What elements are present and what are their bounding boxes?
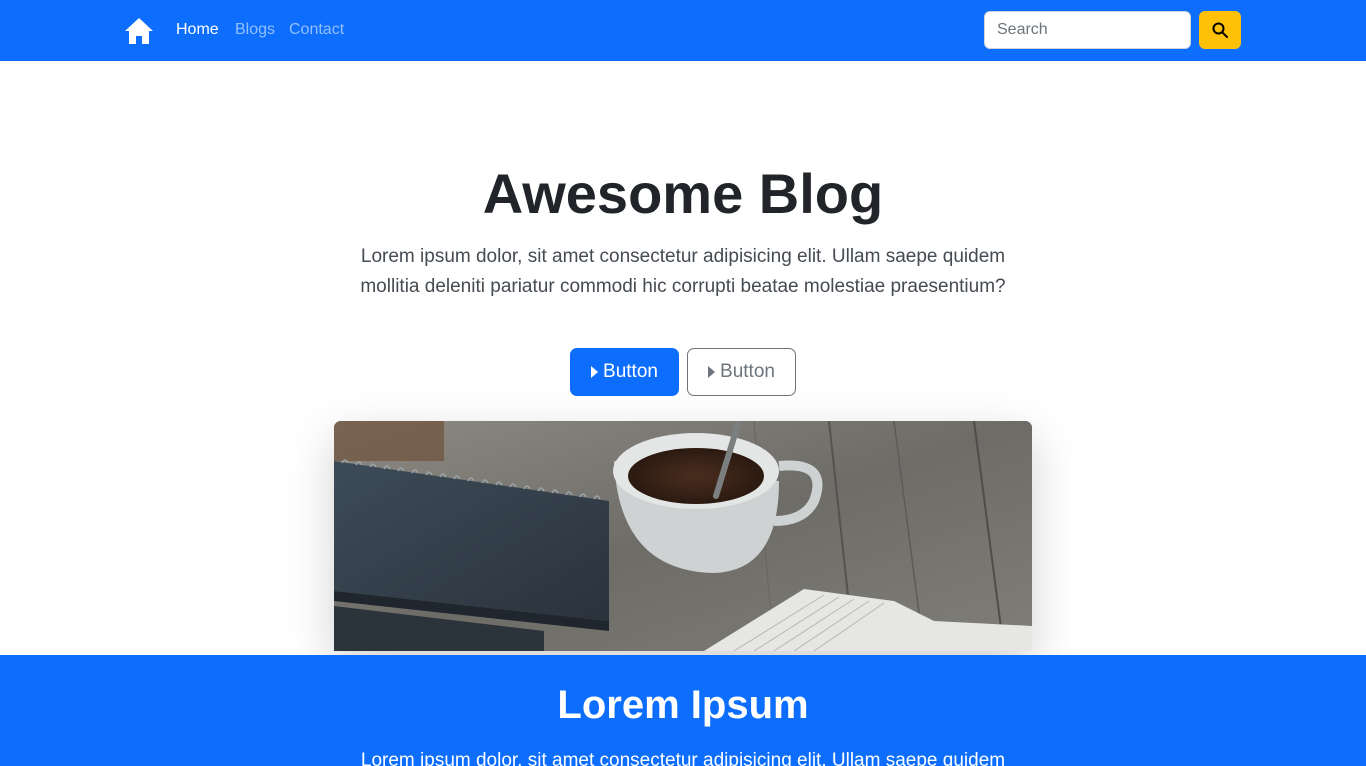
lorem-section: Lorem Ipsum Lorem ipsum dolor, sit amet … [0,655,1366,766]
home-icon [125,18,153,44]
secondary-button[interactable]: Button [687,348,796,396]
section-title: Lorem Ipsum [557,683,809,727]
nav-link-home[interactable]: Home [176,20,219,40]
caret-right-icon [708,366,716,378]
caret-right-icon [591,366,599,378]
hero-image [334,421,1032,651]
search-input[interactable] [984,11,1191,49]
primary-button-label: Button [603,361,658,382]
hero-description: Lorem ipsum dolor, sit amet consectetur … [360,246,1006,297]
secondary-button-label: Button [720,361,775,382]
coffee-notebook-photo [334,421,1032,651]
home-brand-link[interactable] [124,17,154,45]
primary-button[interactable]: Button [570,348,679,396]
search-icon [1212,22,1228,38]
navbar: Home Blogs Contact [0,0,1366,61]
hero-title: Awesome Blog [482,162,884,225]
nav-link-contact[interactable]: Contact [289,20,344,40]
nav-link-blogs[interactable]: Blogs [235,20,275,40]
search-button[interactable] [1199,11,1241,49]
section-description: Lorem ipsum dolor, sit amet consectetur … [360,750,1006,766]
